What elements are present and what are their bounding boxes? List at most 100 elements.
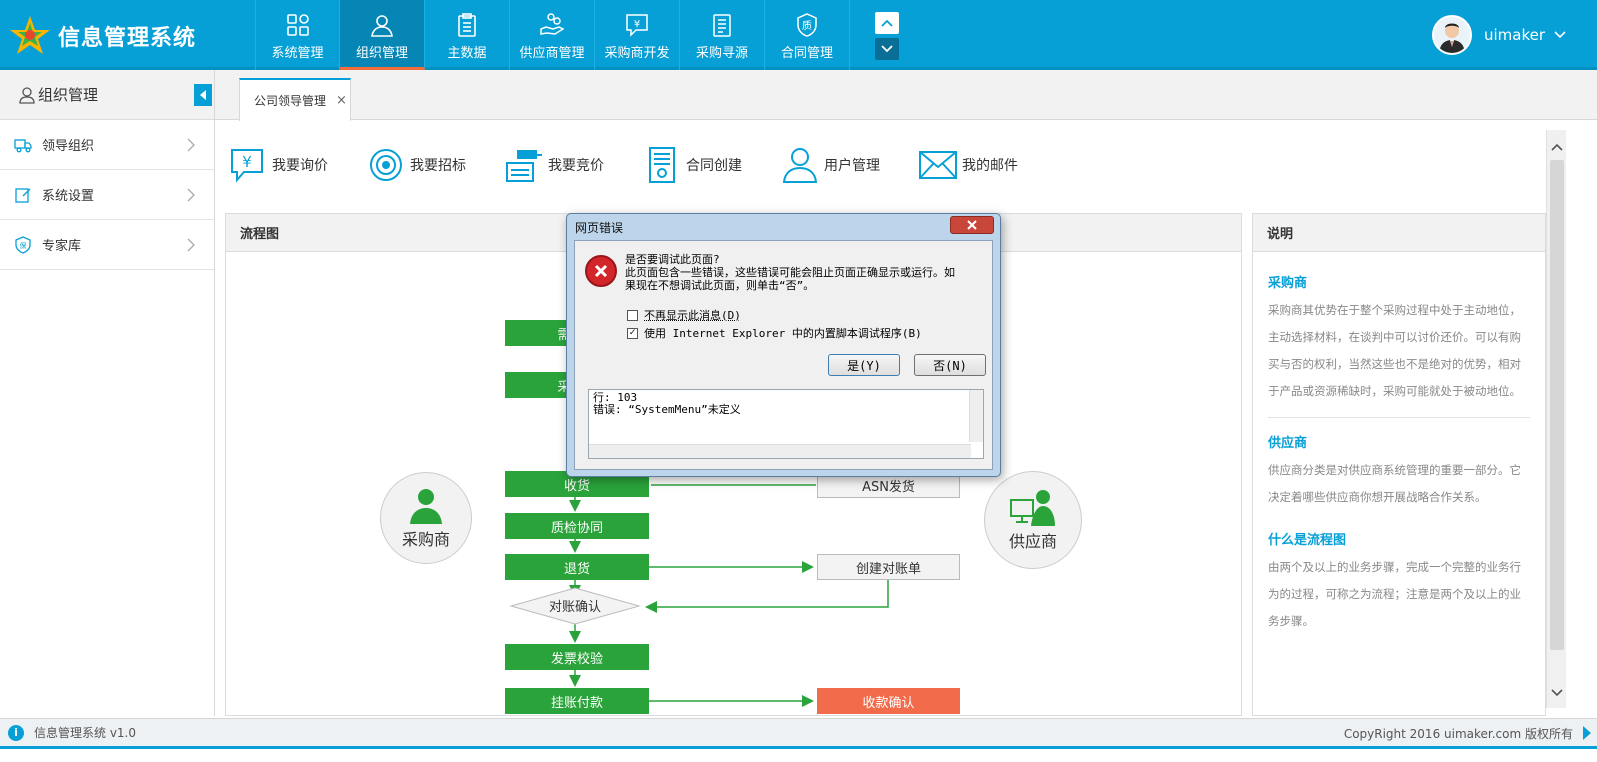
note-heading-flowchart: 什么是流程图 xyxy=(1268,533,1347,548)
sidebar-item-experts[interactable]: 保 专家库 xyxy=(0,220,214,270)
use-ie-debugger-checkbox[interactable]: ✓ 使用 Internet Explorer 中的内置脚本调试程序(B) xyxy=(627,325,922,341)
app-title: 信息管理系统 xyxy=(58,26,197,51)
nav-sourcing[interactable]: 采购寻源 xyxy=(680,0,765,70)
sidebar-header: 组织管理 xyxy=(0,70,214,120)
dont-show-again-checkbox[interactable]: 不再显示此消息(D) xyxy=(627,307,741,323)
nav-label: 主数据 xyxy=(447,46,487,61)
tab-company-leaders[interactable]: 公司领导管理 × xyxy=(239,78,351,121)
notes-panel-title: 说明 xyxy=(1253,214,1545,252)
flow-step-create-statement[interactable]: 创建对账单 xyxy=(817,554,960,580)
nav-scroll-down-button[interactable] xyxy=(875,38,899,60)
nav-contract[interactable]: 质 合同管理 xyxy=(765,0,850,70)
nav-label: 供应商管理 xyxy=(519,46,585,61)
chevron-up-icon xyxy=(881,19,893,27)
scroll-thumb[interactable] xyxy=(1550,160,1564,650)
error-icon xyxy=(585,255,617,287)
user-icon xyxy=(371,15,393,37)
edit-icon xyxy=(15,187,31,203)
sidebar-title: 组织管理 xyxy=(38,86,99,104)
no-button[interactable]: 否(N) xyxy=(914,354,986,376)
tab-close-icon[interactable]: × xyxy=(336,93,347,108)
quick-tender[interactable]: 我要招标 xyxy=(366,145,466,185)
error-log-line: 错误: “SystemMenu”未定义 xyxy=(593,403,741,416)
scroll-up-button[interactable] xyxy=(1547,136,1567,158)
top-header: 信息管理系统 系统管理 组织管理 主数据 供应商管理 ¥ 采购商开发 采购寻源 … xyxy=(0,0,1597,70)
flow-step-return[interactable]: 退货 xyxy=(505,554,649,580)
flow-step-quality-check[interactable]: 质检协同 xyxy=(505,513,649,539)
nav-organization[interactable]: 组织管理 xyxy=(340,0,425,70)
yes-button[interactable]: 是(Y) xyxy=(828,354,900,376)
bottom-accent-bar xyxy=(0,746,1597,762)
tab-bar: 公司领导管理 × xyxy=(215,70,1597,121)
divider xyxy=(1268,417,1530,418)
nav-label: 合同管理 xyxy=(780,46,833,61)
page-scrollbar[interactable] xyxy=(1546,130,1566,708)
flow-step-invoice-check[interactable]: 发票校验 xyxy=(505,644,649,670)
error-log-textarea[interactable]: 行: 103 错误: “SystemMenu”未定义 xyxy=(588,389,984,459)
note-text-supplier: 供应商分类是对供应商系统管理的重要一部分。它决定着哪些供应商你想开展战略合作关系… xyxy=(1268,463,1521,504)
target-icon xyxy=(370,149,402,181)
contract-icon xyxy=(649,147,675,183)
grid-icon xyxy=(286,14,309,36)
user-menu[interactable]: uimaker xyxy=(1431,15,1567,55)
nav-supplier[interactable]: 供应商管理 xyxy=(510,0,595,70)
quick-my-mail[interactable]: 我的邮件 xyxy=(918,145,1018,185)
nav-buyer-dev[interactable]: ¥ 采购商开发 xyxy=(595,0,680,70)
quick-label: 我的邮件 xyxy=(962,158,1018,174)
user-outline-icon xyxy=(19,86,35,104)
sidebar-item-label: 系统设置 xyxy=(42,189,95,204)
flow-step-payment[interactable]: 挂账付款 xyxy=(505,688,649,714)
caret-left-icon xyxy=(200,90,206,100)
clipboard-icon xyxy=(458,13,476,37)
nav-scroll-up-button[interactable] xyxy=(875,12,899,34)
person-computer-icon xyxy=(1010,490,1055,526)
chevron-right-icon xyxy=(187,138,195,152)
sidebar-item-settings[interactable]: 系统设置 xyxy=(0,170,214,220)
dialog-message-line: 此页面包含一些错误，这些错误可能会阻止页面正确显示或运行。如 xyxy=(625,266,955,279)
gavel-icon xyxy=(506,150,542,182)
yen-chat-icon: ¥ xyxy=(626,14,648,37)
dialog-message-line: 果现在不想调试此页面，则单击“否”。 xyxy=(625,279,815,292)
quick-label: 我要竞价 xyxy=(548,158,604,174)
checkbox-label: 不再显示此消息(D) xyxy=(644,309,741,322)
dialog-body: 是否要调试此页面? 此页面包含一些错误，这些错误可能会阻止页面正确显示或运行。如… xyxy=(574,240,993,470)
note-heading-buyer: 采购商 xyxy=(1268,276,1308,291)
footer: i 信息管理系统 v1.0 CopyRight 2016 uimaker.com… xyxy=(0,718,1597,746)
sidebar-item-leadership[interactable]: 领导组织 xyxy=(0,120,214,170)
sidebar-collapse-button[interactable] xyxy=(194,84,212,106)
tab-label: 公司领导管理 xyxy=(254,94,327,108)
mail-icon xyxy=(919,151,957,179)
note-heading-supplier: 供应商 xyxy=(1268,436,1308,451)
quick-inquiry[interactable]: ¥ 我要询价 xyxy=(228,145,328,185)
nav-label: 采购寻源 xyxy=(695,46,748,61)
log-vertical-scrollbar[interactable] xyxy=(969,390,983,442)
nav-label: 采购商开发 xyxy=(604,46,670,61)
quick-user-management[interactable]: 用户管理 xyxy=(780,145,880,185)
nav-system[interactable]: 系统管理 xyxy=(255,0,340,70)
quick-bidding[interactable]: 我要竞价 xyxy=(504,145,604,185)
scroll-down-button[interactable] xyxy=(1547,682,1567,704)
nav-label: 系统管理 xyxy=(271,46,324,61)
flow-step-confirm-receipt[interactable]: 收款确认 xyxy=(817,688,960,714)
document-list-icon xyxy=(713,14,731,37)
sidebar-item-label: 专家库 xyxy=(42,239,82,254)
checkbox-label: 使用 Internet Explorer 中的内置脚本调试程序(B) xyxy=(644,327,922,340)
contract-seal-icon: 质 xyxy=(797,13,817,37)
user-outline-icon xyxy=(782,148,818,183)
nav-master-data[interactable]: 主数据 xyxy=(425,0,510,70)
info-icon: i xyxy=(8,724,24,741)
logo[interactable]: 信息管理系统 xyxy=(8,14,196,58)
log-horizontal-scrollbar[interactable] xyxy=(589,444,971,458)
chevron-down-icon xyxy=(1554,31,1566,39)
dialog-close-button[interactable] xyxy=(950,216,994,234)
quick-actions: ¥ 我要询价 我要招标 我要竞价 合同创建 用户管理 我的邮件 xyxy=(228,145,1056,185)
flow-step-reconcile: 对账确认 xyxy=(548,600,601,615)
star-logo-icon xyxy=(10,16,50,54)
quick-contract-create[interactable]: 合同创建 xyxy=(642,145,742,185)
yen-chat-icon: ¥ xyxy=(231,149,263,183)
quick-label: 合同创建 xyxy=(686,158,742,174)
note-text-flowchart: 由两个及以上的业务步骤，完成一个完整的业务行为的过程，可称之为流程；注意是两个及… xyxy=(1268,560,1521,628)
role-supplier-label: 供应商 xyxy=(1008,532,1057,551)
triangle-right-icon[interactable] xyxy=(1583,726,1591,740)
role-buyer: 采购商 xyxy=(380,472,472,564)
